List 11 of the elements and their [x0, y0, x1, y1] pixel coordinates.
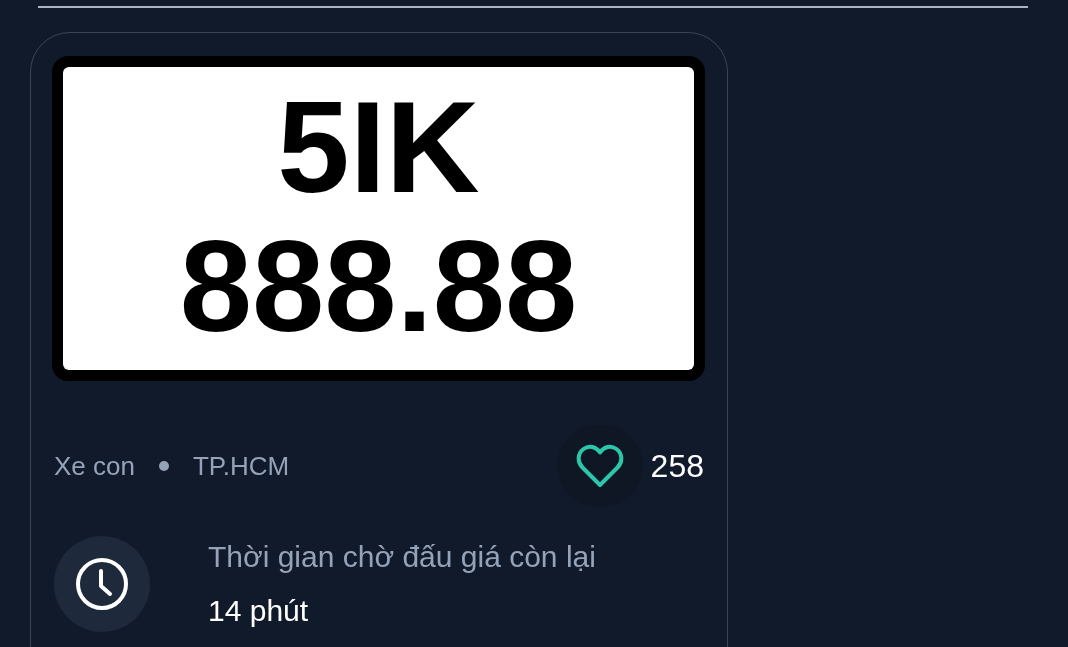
- clock-icon: [54, 536, 150, 632]
- countdown-value: 14 phút: [208, 593, 310, 629]
- vehicle-type: Xe con: [54, 450, 135, 482]
- plate-line: 5IK: [277, 78, 480, 217]
- plate-line: 888.88: [179, 217, 578, 356]
- separator-dot-icon: [158, 461, 169, 471]
- countdown-label: Thời gian chờ đấu giá còn lại: [208, 539, 596, 575]
- plate-card[interactable]: 5IK 888.88 Xe con TP.HCM 258 Thời gian chờ đấu giá còn lại 14 phút: [30, 32, 728, 647]
- like-count: 258: [650, 447, 705, 485]
- heart-icon: [575, 444, 624, 488]
- location: TP.HCM: [192, 450, 290, 482]
